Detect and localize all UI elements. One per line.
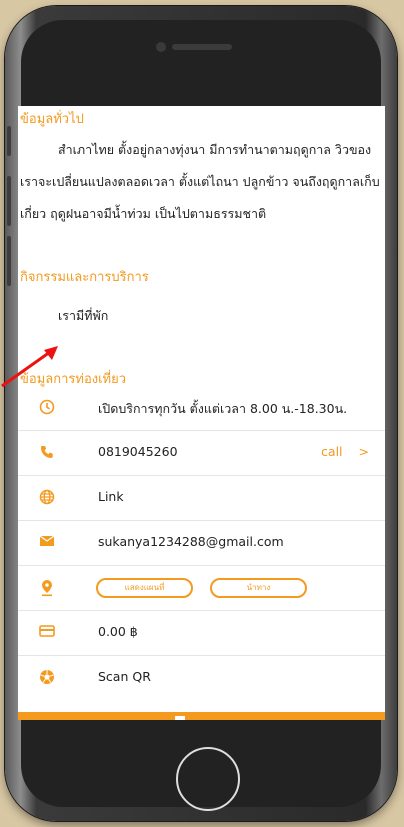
camera-icon (38, 669, 56, 687)
map-pin-icon (38, 579, 56, 597)
hours-row: เปิดบริการทุกวัน ตั้งแต่เวลา 8.00 น.-18.… (18, 386, 385, 431)
bottom-action-bar[interactable] (18, 712, 385, 720)
phone-icon (38, 444, 56, 462)
website-link[interactable]: Link (98, 489, 124, 504)
app-screen: ข้อมูลทั่วไป สำเภาไทย ตั้งอยู่กลางทุ่งนา… (18, 106, 385, 720)
call-label: call (321, 444, 343, 459)
general-info-title: ข้อมูลทั่วไป (20, 112, 84, 127)
volume-up-button (7, 176, 11, 226)
price-row: 0.00 ฿ (18, 611, 385, 656)
clock-icon (38, 399, 56, 417)
credit-card-icon (38, 624, 56, 642)
scan-qr-row[interactable]: Scan QR (18, 656, 385, 701)
navigate-button[interactable]: นำทาง (210, 578, 307, 598)
activities-title: กิจกรรมและการบริการ (20, 270, 149, 285)
volume-down-button (7, 236, 11, 286)
price-text: 0.00 ฿ (98, 624, 138, 639)
email-text: sukanya1234288@gmail.com (98, 534, 284, 549)
activities-item: เรามีที่พัก (58, 308, 109, 323)
email-row[interactable]: sukanya1234288@gmail.com (18, 521, 385, 566)
map-row: แสดงแผนที่ นำทาง (18, 566, 385, 611)
phone-row[interactable]: 0819045260 call > (18, 431, 385, 476)
show-map-button[interactable]: แสดงแผนที่ (96, 578, 193, 598)
mail-icon (38, 534, 56, 552)
home-button[interactable] (176, 747, 240, 811)
general-info-paragraph: สำเภาไทย ตั้งอยู่กลางทุ่งนา มีการทำนาตาม… (20, 142, 380, 221)
earpiece-speaker (172, 44, 232, 50)
hours-text: เปิดบริการทุกวัน ตั้งแต่เวลา 8.00 น.-18.… (98, 401, 348, 416)
call-link[interactable]: call > (321, 444, 369, 459)
globe-icon (38, 489, 56, 507)
front-camera (156, 42, 166, 52)
chevron-right-icon: > (358, 444, 369, 459)
scan-qr-text: Scan QR (98, 669, 151, 684)
bottom-bar-icon (175, 716, 185, 720)
link-row[interactable]: Link (18, 476, 385, 521)
red-arrow-annotation (1, 346, 58, 388)
mute-switch (7, 126, 11, 156)
phone-number: 0819045260 (98, 444, 178, 459)
